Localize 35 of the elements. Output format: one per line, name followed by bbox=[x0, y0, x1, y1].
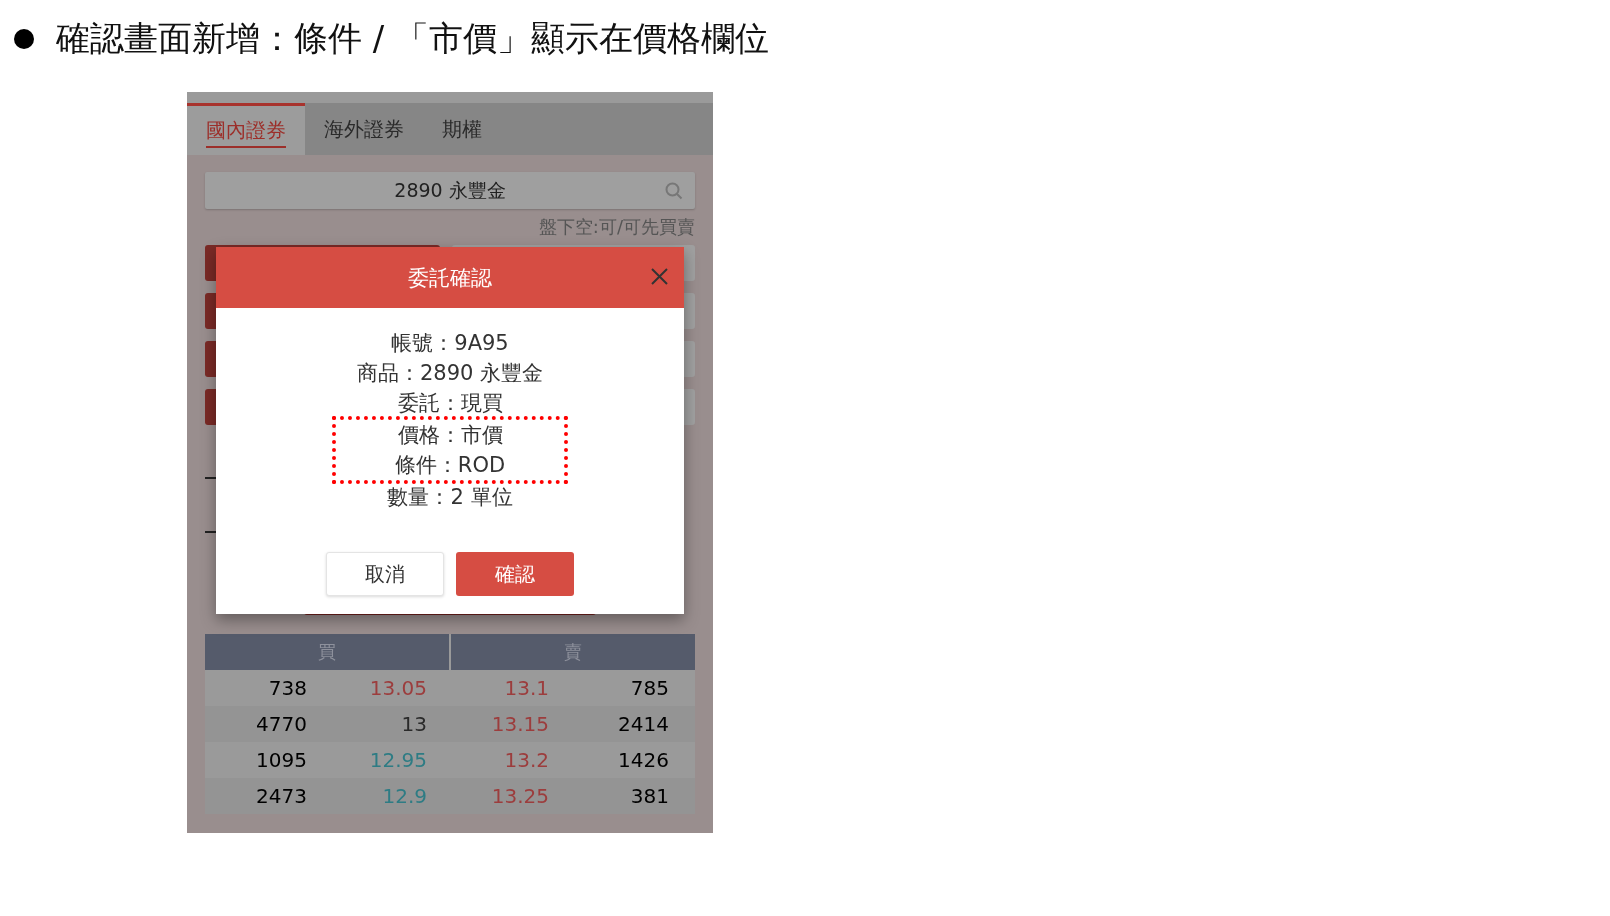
bullet-icon bbox=[14, 29, 34, 49]
table-cell-text: 13.25 bbox=[490, 784, 549, 808]
detail-line: 帳號：9A95 bbox=[391, 330, 509, 357]
table-cell-text: 13.1 bbox=[503, 676, 549, 700]
table-cell-text: 785 bbox=[629, 676, 669, 700]
detail-line: 條件：ROD bbox=[394, 452, 506, 479]
table-cell-text: 381 bbox=[629, 784, 669, 808]
tab[interactable]: 期權 bbox=[423, 103, 501, 155]
short-sell-note: 盤下空:可/可先買賣 bbox=[537, 215, 695, 239]
table-cell-text: 4770 bbox=[255, 712, 307, 736]
table-cell-text: 12.9 bbox=[381, 784, 427, 808]
close-icon[interactable] bbox=[651, 268, 668, 285]
confirm-button[interactable]: 確認 bbox=[456, 552, 574, 596]
cancel-button[interactable]: 取消 bbox=[326, 552, 444, 596]
dialog-title: 委託確認 bbox=[408, 264, 492, 292]
slide-headline: 確認畫面新增：條件 / 「市價」顯示在價格欄位 bbox=[56, 17, 770, 60]
detail-line: 商品：2890 永豐金 bbox=[356, 360, 544, 387]
detail-line: 委託：現買 bbox=[397, 390, 503, 417]
detail-line: 數量：2 單位 bbox=[387, 484, 513, 511]
search-field[interactable]: 2890 永豐金 bbox=[205, 172, 695, 209]
table-cell-text: 2473 bbox=[255, 784, 307, 808]
search-icon[interactable] bbox=[665, 182, 683, 200]
table-cell-text: 13.05 bbox=[368, 676, 427, 700]
table-cell-text: 13.15 bbox=[490, 712, 549, 736]
detail-line: 價格：市價 bbox=[397, 422, 503, 449]
table-cell-text: 12.95 bbox=[368, 748, 427, 772]
table-cell-text: 13 bbox=[400, 712, 427, 736]
table-cell-text: 2414 bbox=[617, 712, 669, 736]
table-cell-text: 1095 bbox=[255, 748, 307, 772]
table-cell-text: 1426 bbox=[617, 748, 669, 772]
column-header: 買 bbox=[205, 634, 449, 670]
tab[interactable]: 國內證券 bbox=[187, 103, 305, 155]
table-cell-text: 13.2 bbox=[503, 748, 549, 772]
table-cell-text: 738 bbox=[267, 676, 307, 700]
tab[interactable]: 海外證券 bbox=[305, 103, 423, 155]
